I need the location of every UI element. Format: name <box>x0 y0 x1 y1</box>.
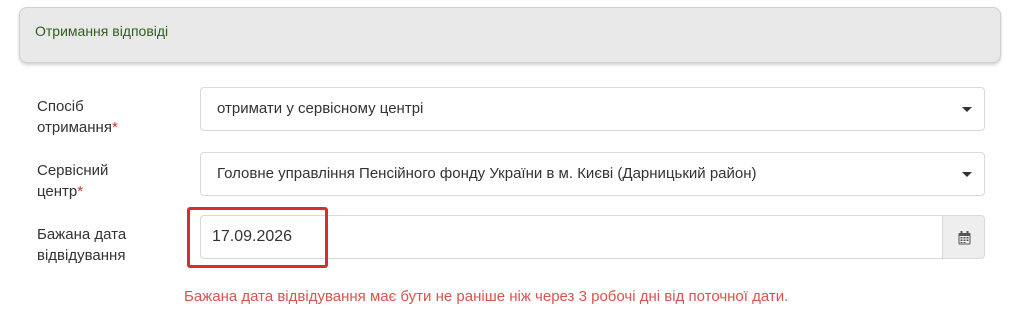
service-center-label: Сервісний центр* <box>37 160 187 202</box>
method-select-value: отримати у сервісному центрі <box>217 100 424 117</box>
error-message: Бажана дата відвідування має бути не ран… <box>184 288 789 305</box>
panel-header: Отримання відповіді <box>19 7 1001 63</box>
calendar-button[interactable] <box>942 215 985 259</box>
visit-date-input[interactable]: 17.09.2026 <box>200 215 942 259</box>
method-select[interactable]: отримати у сервісному центрі <box>200 87 985 131</box>
service-center-select-value: Головне управління Пенсійного фонду Укра… <box>217 165 757 182</box>
method-label-line1: Спосіб <box>37 98 84 115</box>
service-center-select[interactable]: Головне управління Пенсійного фонду Укра… <box>200 152 985 196</box>
chevron-down-icon <box>962 107 972 112</box>
calendar-icon <box>958 231 971 245</box>
service-center-label-line1: Сервісний <box>37 162 109 179</box>
chevron-down-icon <box>962 172 972 177</box>
method-label: Спосіб отримання* <box>37 96 187 138</box>
visit-date-label: Бажана дата відвідування <box>37 224 187 266</box>
visit-date-value: 17.09.2026 <box>212 228 293 245</box>
method-label-line2: отримання <box>37 119 112 136</box>
required-mark: * <box>77 183 84 200</box>
required-mark: * <box>111 119 118 136</box>
service-center-label-line2: центр <box>37 183 78 200</box>
visit-date-label-line2: відвідування <box>37 247 126 264</box>
panel-title: Отримання відповіді <box>35 23 169 39</box>
visit-date-label-line1: Бажана дата <box>37 226 127 243</box>
